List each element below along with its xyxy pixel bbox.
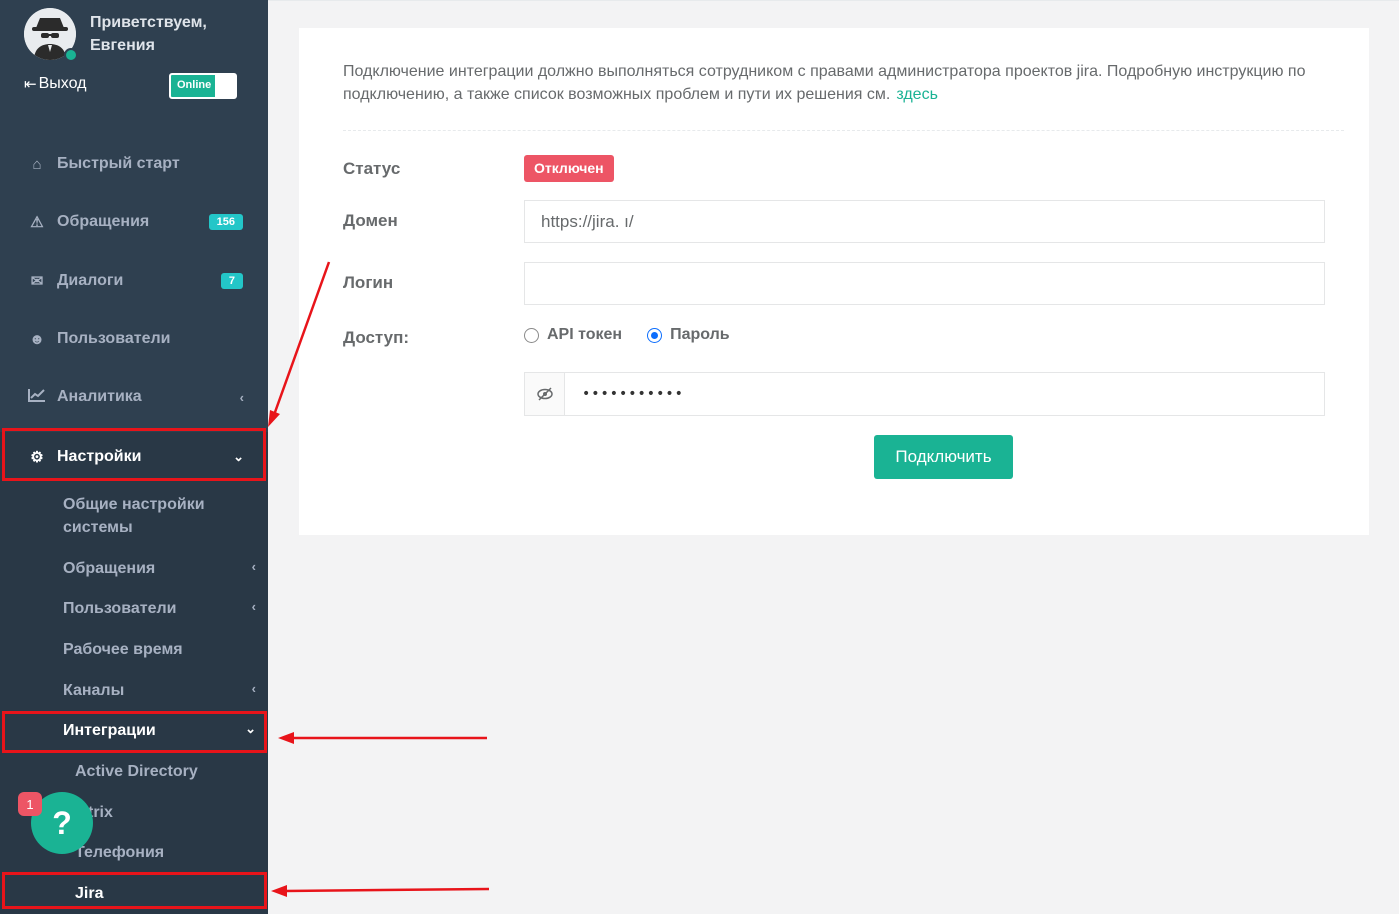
users-icon: ☻ [29,330,45,348]
highlight-jira [2,872,267,909]
submenu-item-general[interactable]: Общие настройки системы [0,493,268,543]
radio-password-circle[interactable] [647,327,663,343]
submenu-item-channels[interactable]: Каналы ‹ [0,679,268,705]
line-chart-icon [27,388,47,406]
integration-label: Телефония [75,844,165,861]
instructions-link[interactable]: здесь [896,86,938,103]
nav-label: Быстрый старт [57,155,180,172]
chevron-left-icon: ‹ [251,681,256,696]
radio-password[interactable]: Пароль [647,326,730,344]
highlight-integrations [2,711,267,753]
access-label: Доступ: [343,328,410,347]
top-border [268,0,1399,1]
logout-icon: ⇤ [24,76,37,93]
submenu-label: Каналы [63,682,125,699]
submenu-label: Пользователи [63,600,177,617]
password-field[interactable]: ••••••••••• [524,372,1325,416]
nav-item-users[interactable]: ☻ Пользователи [0,319,268,359]
arrow-to-jira [271,885,490,897]
radio-password-label: Пароль [670,326,730,343]
domain-input[interactable]: https://jira. ı/ [524,200,1325,243]
submenu-label: Рабочее время [63,641,183,658]
dialogs-count-badge: 7 [220,273,243,289]
jira-integration-panel: Подключение интеграции должно выполнятьс… [299,28,1369,535]
chevron-left-icon: ‹ [251,599,256,614]
login-label: Логин [343,273,394,292]
general-line1: Общие настройки [63,496,205,513]
online-toggle-label: Online [177,79,212,91]
chevron-left-icon: ‹ [239,389,244,405]
chevron-left-icon: ‹ [251,559,256,574]
profile-block: Приветствуем, Евгения ⇤ Выход Online [0,0,268,120]
toggle-knob [215,75,235,97]
login-input[interactable] [524,262,1325,305]
domain-label: Домен [343,211,398,230]
submenu-item-users[interactable]: Пользователи ‹ [0,597,268,623]
nav-label: Обращения [57,213,150,230]
status-badge: Отключен [524,155,614,182]
nav-label: Пользователи [57,330,171,347]
password-value: ••••••••••• [582,386,684,402]
integration-item-active-directory[interactable]: Active Directory [0,760,268,786]
arrow-to-integrations [278,732,487,744]
logout-label: Выход [38,75,87,92]
nav-item-analytics[interactable]: Аналитика ‹ [0,377,268,417]
toggle-visibility-button[interactable] [525,373,565,415]
radio-api-token-circle[interactable] [524,327,539,343]
nav-item-dialogs[interactable]: ✉ Диалоги 7 [0,261,268,301]
chat-icon: ✉ [30,273,44,290]
home-icon: ⌂ [32,155,42,173]
divider [343,130,1344,131]
access-radio-group: API токен Пароль [524,326,755,344]
online-toggle[interactable]: Online [169,73,237,99]
nav-label: Аналитика [57,388,142,405]
submenu-item-tickets[interactable]: Обращения ‹ [0,557,268,583]
general-line2: системы [63,519,133,536]
status-label: Статус [343,159,401,178]
online-status-dot [64,48,78,62]
submenu-label: Обращения [63,560,156,577]
question-icon: ? [52,804,72,841]
nav-item-quick-start[interactable]: ⌂ Быстрый старт [0,144,268,184]
info-text: Подключение интеграции должно выполнятьс… [343,60,1333,106]
nav-item-tickets[interactable]: ⚠ Обращения 156 [0,202,268,242]
tickets-count-badge: 156 [208,214,243,230]
submenu-label: Общие настройки системы [63,493,205,539]
eye-slash-icon [536,387,553,401]
connect-button[interactable]: Подключить [874,435,1013,479]
greeting-user-name: Евгения [90,37,155,54]
info-description: Подключение интеграции должно выполнятьс… [343,63,1306,103]
submenu-item-work-time[interactable]: Рабочее время [0,638,268,664]
nav-label: Диалоги [57,272,124,289]
highlight-settings [2,428,266,481]
integration-label: Active Directory [75,763,198,780]
greeting-line1: Приветствуем, [90,14,207,31]
radio-api-token-label: API токен [547,326,623,343]
logout-link[interactable]: ⇤ Выход [24,75,86,93]
warning-icon: ⚠ [30,214,44,231]
help-notification-badge: 1 [18,792,42,816]
greeting: Приветствуем, Евгения [90,11,207,57]
radio-api-token[interactable]: API токен [524,326,622,344]
